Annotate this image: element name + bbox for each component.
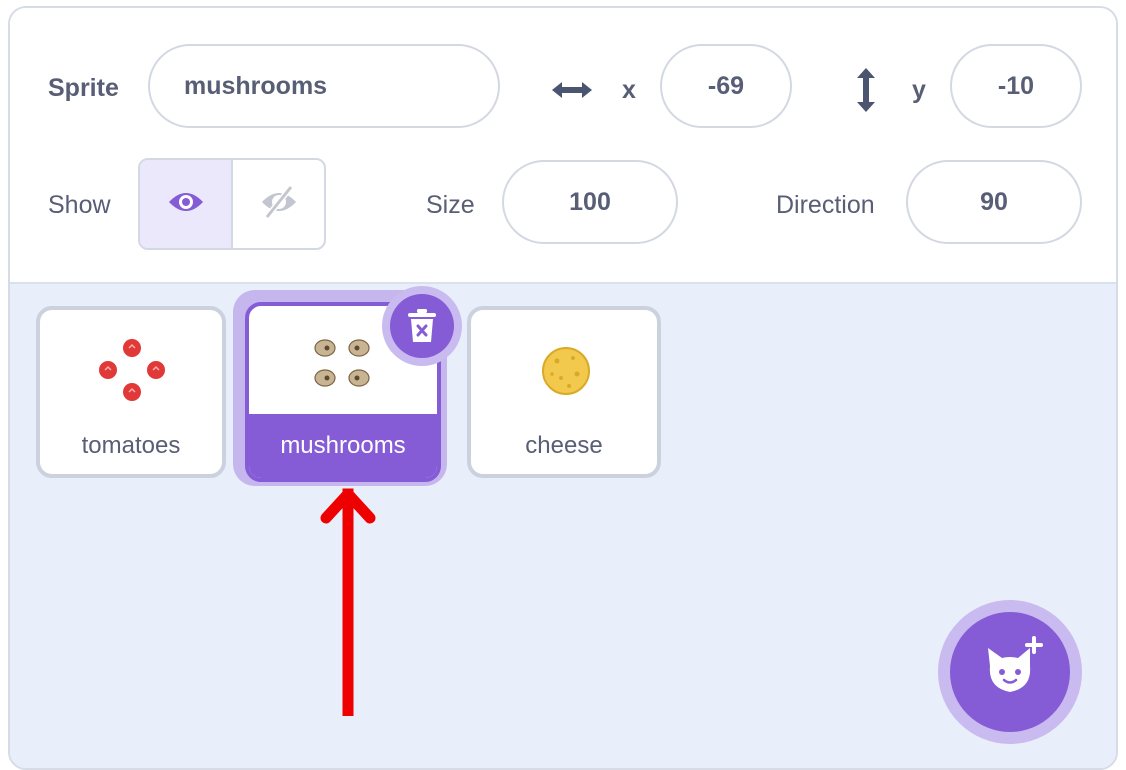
trash-icon xyxy=(390,294,454,358)
direction-label: Direction xyxy=(776,191,875,219)
direction-input[interactable]: 90 xyxy=(906,160,1082,244)
x-input[interactable]: -69 xyxy=(660,44,792,128)
sprite-info-panel: Sprite mushrooms x -69 y -10 Show Size 1… xyxy=(10,8,1116,284)
annotation-arrow-icon xyxy=(318,484,378,721)
cat-plus-icon xyxy=(950,612,1070,732)
cheese-thumbnail xyxy=(541,346,591,401)
show-button[interactable] xyxy=(140,160,233,248)
vertical-arrows-icon xyxy=(854,66,878,119)
sprite-label: Sprite xyxy=(48,74,119,102)
sprite-tile-label: tomatoes xyxy=(81,432,181,459)
y-input[interactable]: -10 xyxy=(950,44,1082,128)
sprite-tile-label: cheese xyxy=(525,432,603,459)
show-toggle xyxy=(138,158,326,250)
eye-icon xyxy=(167,187,205,222)
x-label: x xyxy=(622,76,636,104)
show-label: Show xyxy=(48,191,111,219)
eye-slash-icon xyxy=(259,184,299,224)
sprite-name-input[interactable]: mushrooms xyxy=(148,44,500,128)
sprite-tile-cheese[interactable]: cheese xyxy=(467,306,661,478)
horizontal-arrows-icon xyxy=(550,78,594,107)
y-label: y xyxy=(912,76,926,104)
mushrooms-thumbnail xyxy=(313,336,379,397)
add-sprite-button[interactable] xyxy=(938,600,1082,744)
sprite-tile-label: mushrooms xyxy=(249,414,437,478)
tomatoes-thumbnail xyxy=(96,338,168,407)
hide-button[interactable] xyxy=(233,160,324,248)
size-label: Size xyxy=(426,191,475,219)
sprite-tile-tomatoes[interactable]: tomatoes xyxy=(36,306,226,478)
delete-sprite-button[interactable] xyxy=(382,286,462,366)
size-input[interactable]: 100 xyxy=(502,160,678,244)
